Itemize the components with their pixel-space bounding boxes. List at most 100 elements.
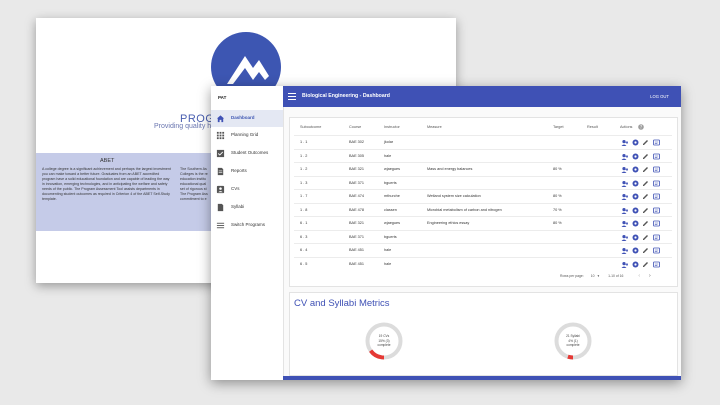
add-person-icon[interactable] xyxy=(621,139,628,146)
report-icon[interactable] xyxy=(652,153,660,160)
add-person-icon[interactable] xyxy=(621,180,628,187)
add-person-icon[interactable] xyxy=(621,166,628,173)
edit-icon[interactable] xyxy=(642,207,649,214)
report-icon[interactable] xyxy=(652,247,660,254)
settings-icon[interactable] xyxy=(632,220,639,227)
cell-course: BAE 478 xyxy=(349,207,364,212)
sidebar-item-student-outcomes[interactable]: Student Outcomes xyxy=(211,145,283,162)
edit-icon[interactable] xyxy=(642,193,649,200)
edit-icon[interactable] xyxy=(642,166,649,173)
edit-icon[interactable] xyxy=(642,153,649,160)
cell-suboutcome: 1 . 1 xyxy=(300,140,308,144)
edit-icon[interactable] xyxy=(642,234,649,241)
report-icon[interactable] xyxy=(652,261,660,268)
sidebar: PAT Dashboard Planning Grid Student Outc… xyxy=(211,86,284,380)
report-icon[interactable] xyxy=(652,220,660,227)
cell-course: BAE 302 xyxy=(349,140,364,144)
sidebar-item-label: Switch Programs xyxy=(231,222,266,227)
abet-heading: ABET xyxy=(100,158,115,164)
rows-per-page-label: Rows per page: xyxy=(560,274,584,278)
settings-icon[interactable] xyxy=(632,180,639,187)
rows-per-page-select[interactable]: 10 xyxy=(591,274,595,278)
column-header-actions: Actions xyxy=(620,125,633,129)
add-person-icon[interactable] xyxy=(621,153,628,160)
column-header-suboutcome[interactable]: Suboutcome xyxy=(300,125,321,129)
report-icon[interactable] xyxy=(652,180,660,187)
help-icon[interactable]: ? xyxy=(638,124,644,130)
gauge-line3: complete xyxy=(377,343,391,347)
previous-page-icon[interactable]: ‹ xyxy=(638,273,640,279)
cell-suboutcome: 1 . 2 xyxy=(300,153,308,158)
edit-icon[interactable] xyxy=(642,180,649,187)
cell-suboutcome: 6 . 5 xyxy=(300,261,308,266)
sidebar-item-planning-grid[interactable]: Planning Grid xyxy=(211,127,283,144)
settings-icon[interactable] xyxy=(632,139,639,146)
cell-instructor: bguerts xyxy=(384,234,397,239)
cell-target: 70 % xyxy=(553,207,562,212)
settings-icon[interactable] xyxy=(632,247,639,254)
column-header-target[interactable]: Target xyxy=(553,125,564,129)
menu-icon[interactable] xyxy=(288,93,296,100)
settings-icon[interactable] xyxy=(632,166,639,173)
add-person-icon[interactable] xyxy=(621,234,628,241)
sidebar-item-dashboard[interactable]: Dashboard xyxy=(211,110,283,127)
cell-suboutcome: 1 . 7 xyxy=(300,194,308,198)
chevron-down-icon[interactable]: ▾ xyxy=(597,274,599,278)
cell-course: BAE 371 xyxy=(349,180,364,185)
cell-course: BAE 305 xyxy=(349,153,364,158)
sidebar-item-syllabi[interactable]: Syllabi xyxy=(211,199,283,216)
report-icon[interactable] xyxy=(652,207,660,214)
cell-measure: Mass and energy balances xyxy=(427,167,473,171)
sidebar-item-reports[interactable]: Reports xyxy=(211,163,283,180)
logout-button[interactable]: LOG OUT xyxy=(650,94,669,99)
add-person-icon[interactable] xyxy=(621,261,628,268)
add-person-icon[interactable] xyxy=(621,193,628,200)
cell-target: 80 % xyxy=(553,221,562,225)
table-row: 6 . 4 BAE 451 hale xyxy=(294,243,672,257)
cell-instructor: mthurche xyxy=(384,194,400,198)
grid-icon xyxy=(216,131,225,140)
sidebar-item-label: Syllabi xyxy=(231,204,245,209)
checkbox-icon xyxy=(216,149,225,158)
top-app-bar: Biological Engineering - Dashboard LOG O… xyxy=(283,86,681,107)
page-title: Biological Engineering - Dashboard xyxy=(302,93,390,99)
report-icon[interactable] xyxy=(652,166,660,173)
column-header-course[interactable]: Course xyxy=(349,125,361,129)
settings-icon[interactable] xyxy=(632,207,639,214)
add-person-icon[interactable] xyxy=(621,247,628,254)
cell-suboutcome: 1 . 2 xyxy=(300,167,308,171)
settings-icon[interactable] xyxy=(632,261,639,268)
bottom-bar xyxy=(283,376,681,380)
cell-course: BAE 321 xyxy=(349,167,364,171)
settings-icon[interactable] xyxy=(632,153,639,160)
report-icon[interactable] xyxy=(652,193,660,200)
add-person-icon[interactable] xyxy=(621,207,628,214)
settings-icon[interactable] xyxy=(632,193,639,200)
cell-target: 80 % xyxy=(553,167,562,171)
cell-instructor: hale xyxy=(384,261,392,266)
report-icon[interactable] xyxy=(652,234,660,241)
page-range: 1-10 of 16 xyxy=(608,274,624,278)
metrics-title: CV and Syllabi Metrics xyxy=(294,298,390,309)
edit-icon[interactable] xyxy=(642,247,649,254)
column-header-result[interactable]: Result xyxy=(587,125,598,129)
cell-instructor: wjaegues xyxy=(384,221,401,225)
report-icon[interactable] xyxy=(652,139,660,146)
document-icon xyxy=(217,167,224,176)
edit-icon[interactable] xyxy=(642,220,649,227)
settings-icon[interactable] xyxy=(632,234,639,241)
sidebar-item-switch-programs[interactable]: Switch Programs xyxy=(211,217,283,234)
sidebar-item-label: Reports xyxy=(231,168,247,173)
sidebar-item-cvs[interactable]: CVs xyxy=(211,181,283,198)
column-header-measure[interactable]: Measure xyxy=(427,125,442,129)
edit-icon[interactable] xyxy=(642,139,649,146)
table-row: 1 . 1 BAE 302 jkolar xyxy=(294,135,672,149)
sidebar-item-label: CVs xyxy=(231,186,240,191)
table-row: 1 . 2 BAE 321 wjaegues Mass and energy bala… xyxy=(294,162,672,176)
add-person-icon[interactable] xyxy=(621,220,628,227)
column-header-instructor[interactable]: Instructor xyxy=(384,125,400,129)
cell-instructor: bguerts xyxy=(384,180,397,185)
abet-text: A college degree is a significant achiev… xyxy=(42,167,171,201)
next-page-icon[interactable]: › xyxy=(649,273,651,279)
edit-icon[interactable] xyxy=(642,261,649,268)
